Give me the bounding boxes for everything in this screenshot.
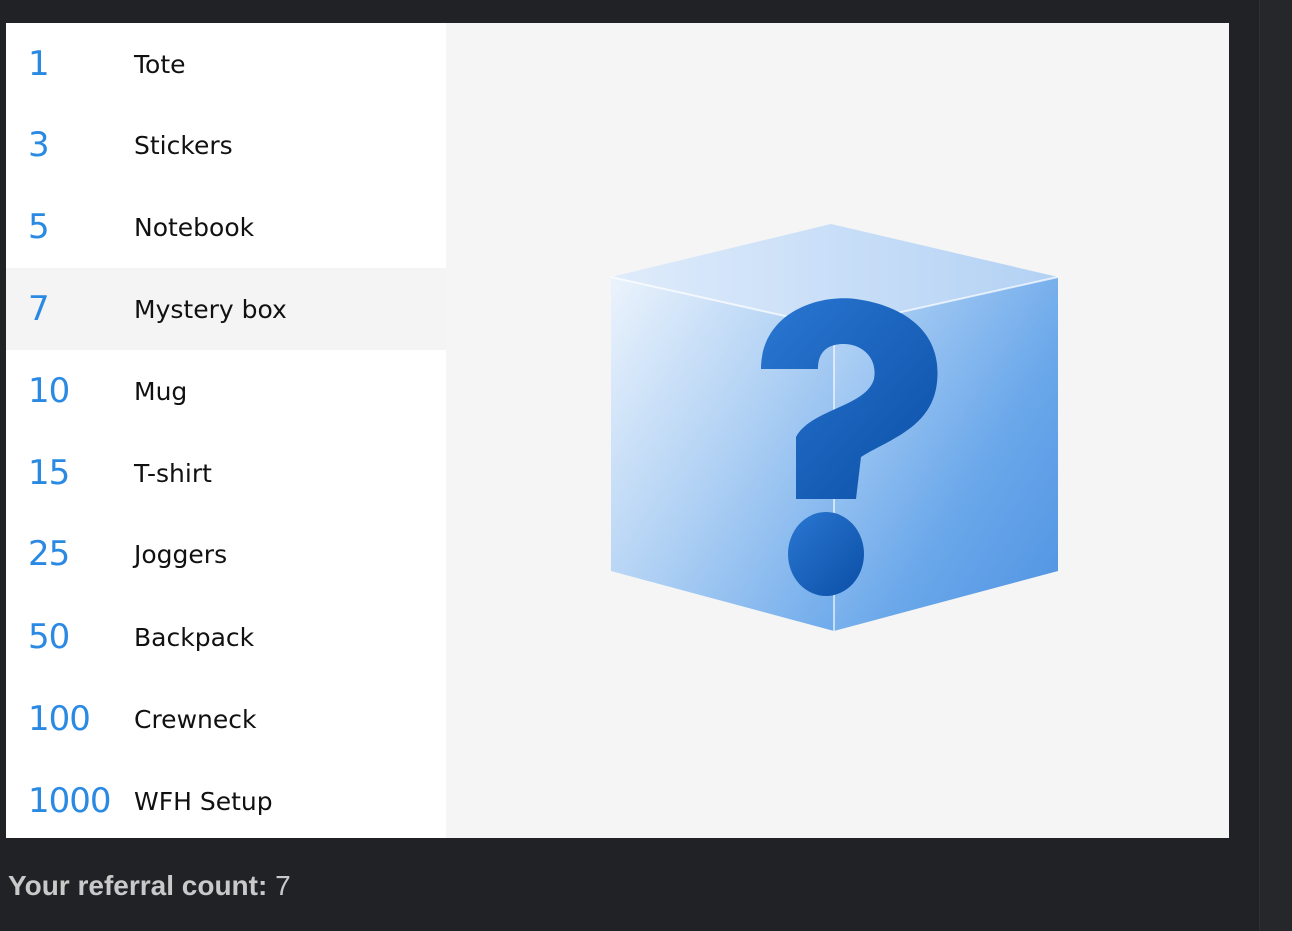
referral-count-label: Your referral count:: [8, 870, 268, 901]
tier-row: 100 Crewneck: [6, 678, 446, 760]
tier-count: 100: [28, 699, 91, 739]
tier-reward: Mug: [134, 376, 188, 406]
tier-reward: Tote: [134, 49, 186, 79]
tier-reward: Joggers: [134, 539, 228, 569]
tier-row-highlighted: 7 Mystery box: [6, 268, 446, 350]
tier-reward: WFH Setup: [134, 786, 273, 816]
tier-count: 3: [28, 125, 50, 165]
tier-row: 1000 WFH Setup: [6, 760, 446, 838]
tier-count: 1: [28, 44, 50, 84]
tier-count: 1000: [28, 781, 112, 821]
mystery-box-question-icon: [610, 224, 1059, 631]
tier-reward: T-shirt: [134, 458, 212, 488]
tier-count: 7: [28, 289, 50, 329]
tier-reward: Backpack: [134, 622, 255, 652]
page: 1 Tote 3 Stickers 5 Notebook 7 Mystery b…: [0, 0, 1292, 931]
tier-count: 5: [28, 207, 50, 247]
right-sidebar-rail: [1259, 0, 1292, 931]
tier-row: 15 T-shirt: [6, 432, 446, 514]
tier-reward: Crewneck: [134, 704, 257, 734]
tier-row: 50 Backpack: [6, 596, 446, 678]
referral-count-value: 7: [275, 870, 291, 901]
tier-row: 10 Mug: [6, 350, 446, 432]
tier-count: 15: [28, 453, 70, 493]
tier-list: 1 Tote 3 Stickers 5 Notebook 7 Mystery b…: [6, 23, 446, 838]
tier-count: 10: [28, 371, 70, 411]
reward-tiers-image: 1 Tote 3 Stickers 5 Notebook 7 Mystery b…: [6, 23, 1229, 838]
tier-count: 25: [28, 534, 70, 574]
tier-count: 50: [28, 617, 70, 657]
tier-row: 5 Notebook: [6, 186, 446, 268]
referral-count: Your referral count: 7: [8, 870, 291, 902]
tier-row: 1 Tote: [6, 23, 446, 105]
tier-reward: Notebook: [134, 212, 255, 242]
tier-reward: Stickers: [134, 130, 233, 160]
tier-row: 3 Stickers: [6, 104, 446, 186]
mystery-box-panel: [446, 23, 1229, 838]
tier-reward: Mystery box: [134, 294, 287, 324]
tier-row: 25 Joggers: [6, 513, 446, 595]
